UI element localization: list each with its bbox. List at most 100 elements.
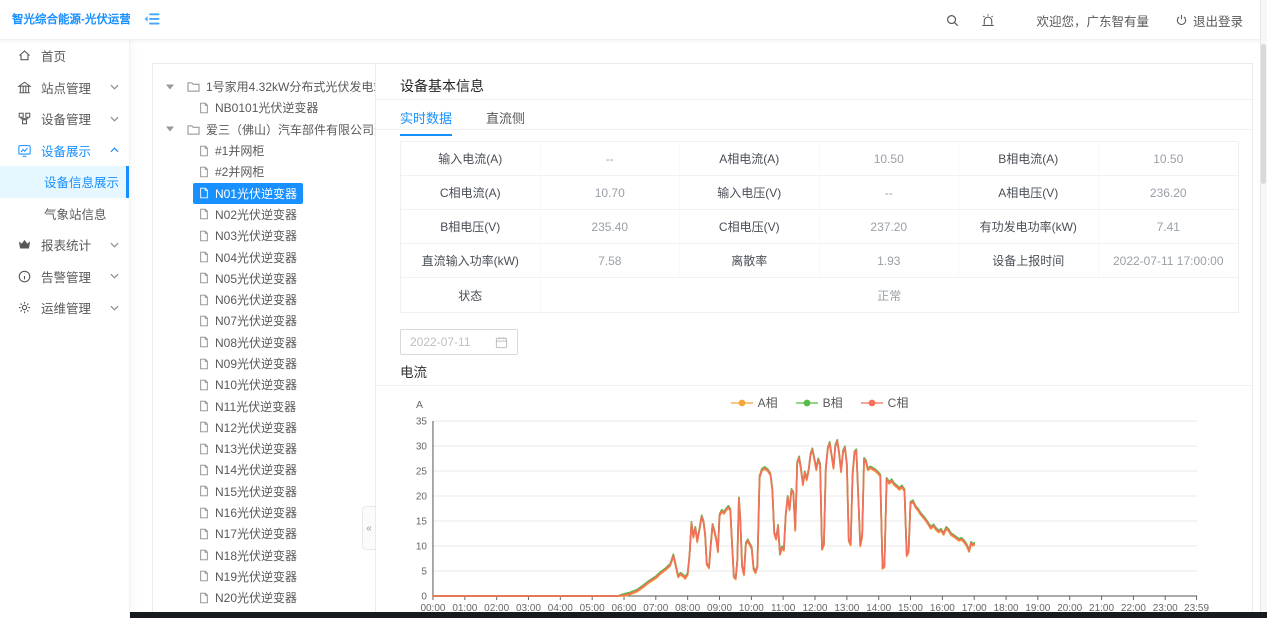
tree-node[interactable]: #1并网柜 — [153, 140, 375, 161]
tree-node[interactable]: N11光伏逆变器 — [153, 395, 375, 416]
tree-node[interactable]: 爱三（佛山）汽车部件有限公司光伏发 — [153, 119, 375, 140]
file-icon — [199, 336, 209, 348]
divider — [376, 385, 1252, 386]
chart-section-title: 电流 — [400, 361, 427, 381]
field-value: 7.41 — [1099, 210, 1239, 244]
sidebar-item-home[interactable]: 首页 — [0, 40, 129, 72]
file-icon — [199, 570, 209, 582]
tree-node[interactable]: N20光伏逆变器 — [153, 587, 375, 608]
legend-item[interactable]: A相 — [731, 394, 778, 411]
gear-icon — [17, 300, 32, 315]
cluster-icon — [17, 111, 32, 126]
caret-down-icon[interactable] — [166, 83, 174, 91]
tree-collapse-handle[interactable]: « — [362, 506, 375, 550]
file-icon — [199, 400, 209, 412]
tree-node[interactable]: N04光伏逆变器 — [153, 246, 375, 267]
line-chart-svg: 0510152025303500:0001:0002:0003:0004:000… — [400, 413, 1239, 613]
legend-item[interactable]: B相 — [796, 394, 843, 411]
tab-realtime-data[interactable]: 实时数据 — [400, 108, 452, 136]
tree-node[interactable]: N06光伏逆变器 — [153, 289, 375, 310]
sidebar-subitem-label: 气象站信息 — [44, 204, 107, 223]
tree-node[interactable]: N18光伏逆变器 — [153, 545, 375, 566]
svg-text:35: 35 — [416, 416, 428, 427]
file-icon — [199, 166, 209, 178]
tree-node[interactable]: N12光伏逆变器 — [153, 417, 375, 438]
sidebar-item-alarm[interactable]: 告警管理 — [0, 261, 129, 293]
info-table: 输入电流(A)--A相电流(A)10.50B相电流(A)10.50C相电流(A)… — [400, 141, 1239, 313]
file-icon — [199, 592, 209, 604]
search-icon[interactable] — [944, 12, 960, 28]
field-label: 状态 — [401, 278, 541, 312]
logout-button[interactable]: 退出登录 — [1175, 11, 1243, 30]
tree-node[interactable]: N15光伏逆变器 — [153, 481, 375, 502]
field-label: B相电压(V) — [401, 210, 541, 244]
tree-node-label: N05光伏逆变器 — [215, 270, 297, 287]
sidebar-item-display[interactable]: 设备展示 — [0, 135, 129, 167]
tree-node[interactable]: N13光伏逆变器 — [153, 438, 375, 459]
tree-node[interactable]: N01光伏逆变器 — [153, 182, 375, 203]
tree-node-label: N12光伏逆变器 — [215, 419, 297, 436]
menu-fold-icon[interactable] — [143, 11, 161, 27]
file-icon — [199, 102, 209, 114]
tree-node[interactable]: N05光伏逆变器 — [153, 268, 375, 289]
sidebar-subitem[interactable]: 气象站信息 — [0, 198, 129, 230]
tree-node-label: #2并网柜 — [215, 163, 264, 180]
panel-title: 设备基本信息 — [400, 76, 484, 96]
file-icon — [199, 230, 209, 242]
bottom-bar — [130, 612, 1267, 618]
legend-item[interactable]: C相 — [861, 394, 909, 411]
device-tree: 1号家用4.32kW分布式光伏发电站NB0101光伏逆变器爱三（佛山）汽车部件有… — [153, 64, 375, 618]
date-picker[interactable]: 2022-07-11 — [400, 329, 518, 355]
tree-node[interactable]: N09光伏逆变器 — [153, 353, 375, 374]
page-scrollbar[interactable] — [1260, 0, 1267, 618]
chevron-up-icon — [110, 147, 119, 153]
tree-node-label: N10光伏逆变器 — [215, 376, 297, 393]
tree-node[interactable]: N03光伏逆变器 — [153, 225, 375, 246]
tree-node[interactable]: NB0101光伏逆变器 — [153, 97, 375, 118]
field-value: -- — [541, 142, 681, 176]
legend-marker-icon — [861, 399, 883, 407]
sidebar-item-ops[interactable]: 运维管理 — [0, 292, 129, 324]
svg-text:20: 20 — [416, 491, 428, 502]
tree-node[interactable]: N19光伏逆变器 — [153, 566, 375, 587]
file-icon — [199, 208, 209, 220]
field-value: -- — [820, 176, 960, 210]
file-icon — [199, 145, 209, 157]
sidebar-subitem[interactable]: 设备信息展示 — [0, 166, 129, 198]
scrollbar-thumb[interactable] — [1261, 44, 1266, 184]
calendar-icon — [495, 336, 508, 349]
field-label: A相电压(V) — [959, 176, 1099, 210]
svg-text:0: 0 — [421, 591, 427, 602]
tree-node[interactable]: 1号家用4.32kW分布式光伏发电站 — [153, 76, 375, 97]
tree-node[interactable]: N10光伏逆变器 — [153, 374, 375, 395]
file-icon — [199, 443, 209, 455]
file-icon — [199, 549, 209, 561]
sidebar-item-site[interactable]: 站点管理 — [0, 72, 129, 104]
tree-node[interactable]: N17光伏逆变器 — [153, 523, 375, 544]
tree-node[interactable]: N14光伏逆变器 — [153, 459, 375, 480]
tab-dc-side[interactable]: 直流侧 — [486, 108, 525, 136]
svg-text:30: 30 — [416, 441, 428, 452]
file-icon — [199, 294, 209, 306]
sidebar-item-report[interactable]: 报表统计 — [0, 229, 129, 261]
file-icon — [199, 315, 209, 327]
svg-text:5: 5 — [421, 566, 427, 577]
field-value: 237.20 — [820, 210, 960, 244]
chevron-down-icon — [110, 242, 119, 248]
tree-node[interactable]: N07光伏逆变器 — [153, 310, 375, 331]
tree-node-label: N19光伏逆变器 — [215, 568, 297, 585]
file-icon — [199, 421, 209, 433]
field-value: 2022-07-11 17:00:00 — [1099, 244, 1239, 278]
legend-label: B相 — [823, 394, 843, 411]
bank-icon — [17, 80, 32, 95]
chevron-down-icon — [110, 116, 119, 122]
sidebar-item-device[interactable]: 设备管理 — [0, 103, 129, 135]
tree-node[interactable]: #2并网柜 — [153, 161, 375, 182]
alarm-icon[interactable] — [980, 12, 996, 28]
sidebar: 首页站点管理设备管理设备展示设备信息展示气象站信息报表统计告警管理运维管理 — [0, 40, 130, 618]
tree-node[interactable]: N16光伏逆变器 — [153, 502, 375, 523]
tree-node[interactable]: N02光伏逆变器 — [153, 204, 375, 225]
tree-node[interactable]: N08光伏逆变器 — [153, 332, 375, 353]
caret-down-icon[interactable] — [166, 125, 174, 133]
sidebar-item-label: 报表统计 — [41, 235, 91, 254]
